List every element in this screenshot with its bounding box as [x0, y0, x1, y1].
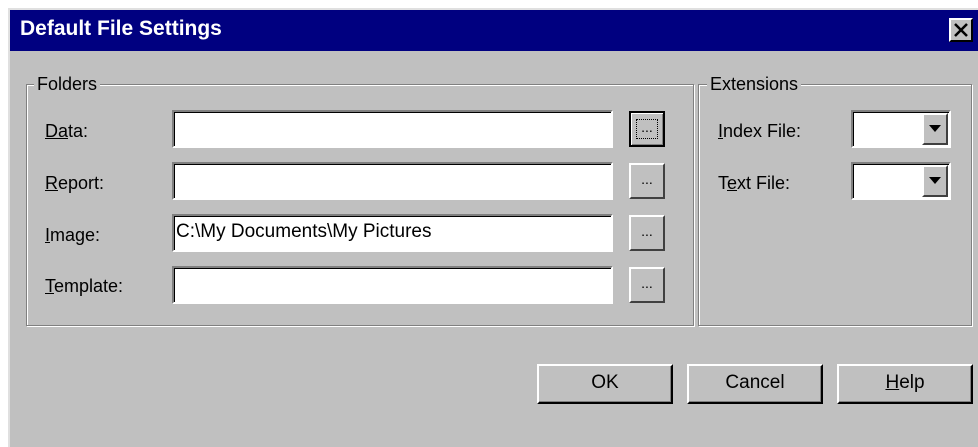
- help-button[interactable]: Help: [837, 364, 973, 404]
- template-folder-input[interactable]: [172, 266, 613, 304]
- index-file-dropdown-button[interactable]: [922, 113, 948, 145]
- chevron-down-icon: [929, 177, 941, 184]
- data-folder-input[interactable]: [172, 110, 613, 148]
- default-file-settings-dialog: Default File Settings Folders Data: ... …: [8, 8, 978, 447]
- index-file-label: Index File:: [718, 121, 802, 141]
- report-browse-button[interactable]: ...: [629, 163, 665, 199]
- text-file-combo[interactable]: [851, 162, 951, 200]
- text-file-label: Text File:: [718, 173, 791, 193]
- image-folder-input[interactable]: C:\My Documents\My Pictures: [172, 214, 613, 252]
- template-browse-button[interactable]: ...: [629, 267, 665, 303]
- folders-legend: Folders: [34, 74, 101, 94]
- cancel-button[interactable]: Cancel: [687, 364, 823, 404]
- text-file-dropdown-button[interactable]: [922, 165, 948, 197]
- dialog-title: Default File Settings: [20, 17, 222, 40]
- close-button[interactable]: [949, 18, 973, 42]
- report-folder-input[interactable]: [172, 162, 613, 200]
- template-label: Template:: [45, 276, 124, 296]
- extensions-legend: Extensions: [707, 74, 802, 94]
- close-x-icon: [954, 23, 968, 37]
- data-label: Data:: [45, 121, 89, 141]
- data-browse-button[interactable]: ...: [629, 111, 665, 147]
- image-label: Image:: [45, 225, 101, 245]
- chevron-down-icon: [929, 125, 941, 132]
- title-bar[interactable]: Default File Settings: [10, 10, 978, 51]
- ok-button[interactable]: OK: [537, 364, 673, 404]
- index-file-combo[interactable]: [851, 110, 951, 148]
- report-label: Report:: [45, 173, 105, 193]
- image-browse-button[interactable]: ...: [629, 215, 665, 251]
